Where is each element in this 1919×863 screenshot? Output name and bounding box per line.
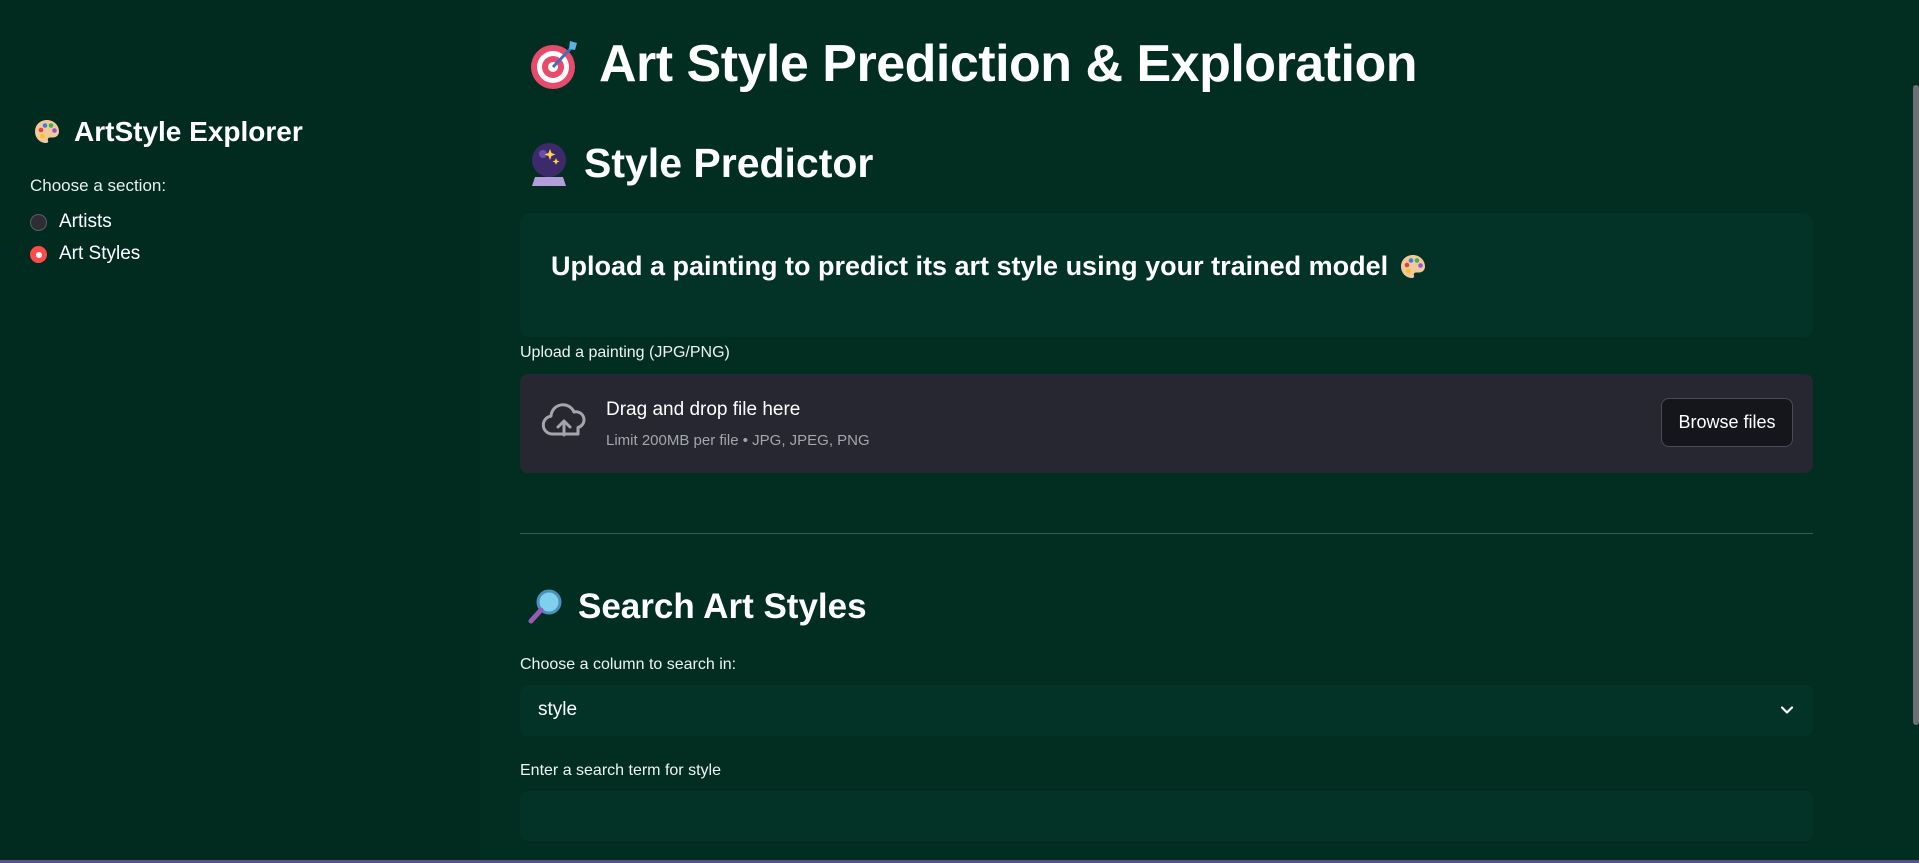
crystal-ball-icon: [528, 141, 570, 187]
search-term-input[interactable]: [520, 791, 1813, 841]
target-icon: [527, 36, 583, 92]
radio-label-art-styles: Art Styles: [59, 243, 141, 264]
column-select-value: style: [538, 699, 578, 720]
info-box: Upload a painting to predict its art sty…: [520, 213, 1813, 337]
dropzone-text: Drag and drop file here: [606, 399, 801, 420]
sidebar: ArtStyle Explorer Choose a section: Arti…: [0, 0, 480, 863]
predictor-heading-text: Style Predictor: [584, 140, 874, 186]
radio-option-artists[interactable]: Artists: [30, 211, 112, 233]
radio-label-artists: Artists: [59, 211, 112, 232]
file-dropzone[interactable]: Drag and drop file here Limit 200MB per …: [520, 374, 1813, 473]
palette-icon: [32, 117, 62, 147]
page-title: Art Style Prediction & Exploration: [527, 34, 1418, 94]
sidebar-title-text: ArtStyle Explorer: [74, 116, 303, 147]
search-term-label: Enter a search term for style: [520, 762, 721, 779]
search-heading: Search Art Styles: [526, 587, 867, 627]
column-select[interactable]: style: [520, 685, 1813, 736]
info-text: Upload a painting to predict its art sty…: [551, 251, 1428, 282]
page-title-text: Art Style Prediction & Exploration: [599, 35, 1418, 93]
predictor-heading: Style Predictor: [528, 140, 873, 187]
column-select-label: Choose a column to search in:: [520, 656, 737, 673]
magnifying-glass-icon: [526, 588, 564, 626]
section-label: Choose a section:: [30, 176, 167, 195]
search-heading-text: Search Art Styles: [578, 587, 867, 626]
dropzone-limit: Limit 200MB per file • JPG, JPEG, PNG: [606, 432, 870, 449]
chevron-down-icon: [1779, 702, 1795, 723]
app-root: ArtStyle Explorer Choose a section: Arti…: [0, 0, 1919, 863]
sidebar-title: ArtStyle Explorer: [32, 116, 303, 148]
cloud-upload-icon: [540, 402, 588, 447]
scrollbar[interactable]: [1913, 85, 1919, 725]
palette-icon: [1398, 252, 1428, 282]
upload-label: Upload a painting (JPG/PNG): [520, 344, 730, 361]
divider: [520, 533, 1813, 534]
browse-files-button[interactable]: Browse files: [1661, 398, 1793, 447]
radio-button-art-styles[interactable]: [30, 245, 47, 263]
radio-option-art-styles[interactable]: Art Styles: [30, 243, 140, 265]
radio-button-artists[interactable]: [30, 213, 47, 231]
info-message: Upload a painting to predict its art sty…: [551, 251, 1389, 281]
